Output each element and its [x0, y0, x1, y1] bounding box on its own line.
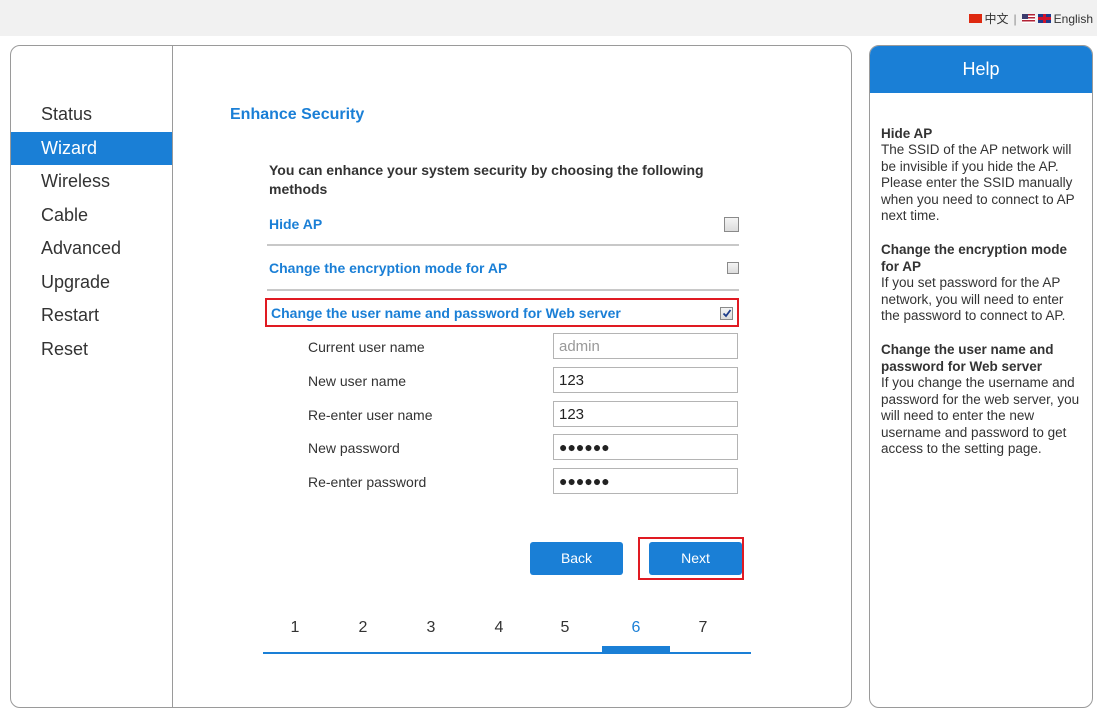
- current-user-row: Current user name: [308, 333, 738, 359]
- sidebar-item-advanced[interactable]: Advanced: [11, 232, 172, 266]
- lang-separator: |: [1013, 11, 1017, 26]
- step-7: 7: [698, 619, 708, 636]
- option-hide-ap: Hide AP: [267, 209, 739, 239]
- divider: [267, 289, 739, 291]
- sidebar-item-restart[interactable]: Restart: [11, 299, 172, 333]
- reenter-password-field[interactable]: [553, 468, 738, 494]
- option-hide-ap-label[interactable]: Hide AP: [267, 216, 322, 232]
- step-6: 6: [631, 619, 641, 636]
- steps-baseline: [263, 652, 751, 654]
- help-heading-encryption: Change the encryption mode for AP: [881, 242, 1068, 274]
- option-encryption-checkbox[interactable]: [727, 262, 739, 274]
- new-user-field[interactable]: [553, 367, 738, 393]
- intro-text: You can enhance your system security by …: [269, 162, 704, 197]
- language-bar: 中文 | English: [0, 0, 1097, 36]
- help-text-hide-ap: The SSID of the AP network will be invis…: [881, 142, 1075, 224]
- reenter-user-row: Re-enter user name: [308, 401, 738, 427]
- sidebar-item-reset[interactable]: Reset: [11, 333, 172, 367]
- back-button[interactable]: Back: [530, 542, 623, 575]
- divider: [267, 244, 739, 246]
- new-password-row: New password: [308, 434, 738, 460]
- sidebar-item-cable[interactable]: Cable: [11, 199, 172, 233]
- us-flag-icon[interactable]: [1021, 14, 1035, 23]
- new-user-label: New user name: [308, 373, 407, 389]
- option-encryption: Change the encryption mode for AP: [267, 253, 739, 283]
- help-title: Help: [870, 46, 1092, 93]
- china-flag-icon[interactable]: [968, 14, 982, 23]
- highlight-box: [638, 537, 744, 580]
- help-heading-web-credentials: Change the user name and password for We…: [881, 342, 1054, 374]
- step-4: 4: [494, 619, 504, 636]
- option-encryption-label[interactable]: Change the encryption mode for AP: [267, 260, 507, 276]
- main-panel: Status Wizard Wireless Cable Advanced Up…: [10, 45, 852, 708]
- sidebar-item-status[interactable]: Status: [11, 98, 172, 132]
- new-password-field[interactable]: [553, 434, 738, 460]
- sidebar-nav: Status Wizard Wireless Cable Advanced Up…: [11, 98, 172, 366]
- page-title: Enhance Security: [230, 106, 365, 123]
- current-user-label: Current user name: [308, 339, 425, 355]
- help-panel: Help Hide AP The SSID of the AP network …: [869, 45, 1093, 708]
- help-text-web-credentials: If you change the username and password …: [881, 375, 1080, 456]
- sidebar-item-wizard[interactable]: Wizard: [11, 131, 172, 165]
- reenter-password-label: Re-enter password: [308, 474, 427, 490]
- help-body: Hide AP The SSID of the AP network will …: [870, 93, 1092, 457]
- option-hide-ap-checkbox[interactable]: [724, 216, 739, 232]
- step-1: 1: [290, 619, 300, 636]
- help-heading-hide-ap: Hide AP: [881, 126, 933, 141]
- step-2: 2: [358, 619, 368, 636]
- uk-flag-icon[interactable]: [1037, 14, 1051, 23]
- wizard-content: Enhance Security You can enhance your sy…: [173, 46, 851, 707]
- new-password-label: New password: [308, 440, 400, 456]
- language-switcher: 中文 | English: [968, 10, 1093, 27]
- highlight-box: [265, 298, 739, 327]
- step-3: 3: [426, 619, 436, 636]
- sidebar-item-wireless[interactable]: Wireless: [11, 165, 172, 199]
- new-user-row: New user name: [308, 367, 738, 393]
- lang-english-link[interactable]: English: [1054, 12, 1093, 26]
- sidebar: Status Wizard Wireless Cable Advanced Up…: [11, 46, 173, 707]
- current-user-field[interactable]: [553, 333, 738, 359]
- help-text-encryption: If you set password for the AP network, …: [881, 275, 1066, 324]
- step-5: 5: [560, 619, 570, 636]
- reenter-user-label: Re-enter user name: [308, 407, 433, 423]
- reenter-password-row: Re-enter password: [308, 468, 738, 494]
- lang-chinese-link[interactable]: 中文: [985, 10, 1009, 27]
- sidebar-item-upgrade[interactable]: Upgrade: [11, 266, 172, 300]
- step-indicator: 1 2 3 4 5 6 7: [263, 619, 751, 659]
- reenter-user-field[interactable]: [553, 401, 738, 427]
